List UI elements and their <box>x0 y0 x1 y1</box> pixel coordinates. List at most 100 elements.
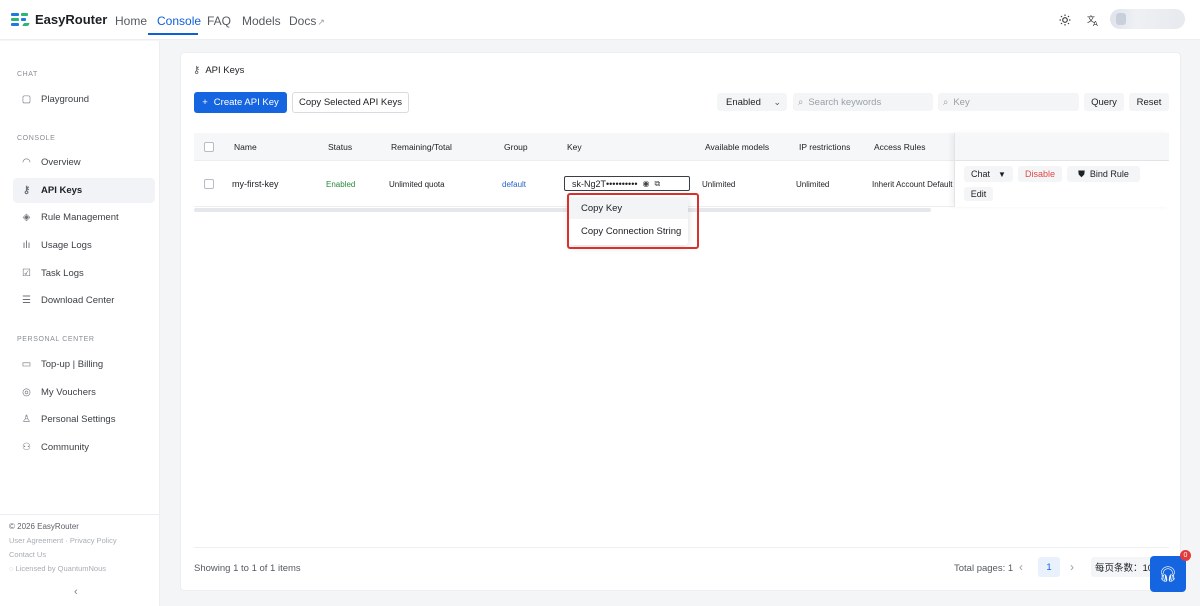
eye-icon[interactable]: ◉ <box>643 179 650 188</box>
sidebar-item-overview[interactable]: ◠ Overview <box>13 150 155 175</box>
sidebar-item-download-center[interactable]: ☰ Download Center <box>13 288 155 313</box>
copy-icon[interactable]: ⧉ <box>655 179 661 189</box>
sidebar-item-task-logs[interactable]: ☑ Task Logs <box>13 261 155 286</box>
col-available-models[interactable]: Available models <box>705 142 769 152</box>
col-key[interactable]: Key <box>567 142 582 152</box>
sidebar-item-rule-management[interactable]: ◈ Rule Management <box>13 205 155 230</box>
nav-faq[interactable]: FAQ <box>207 14 231 28</box>
actions-header <box>955 133 1169 161</box>
chat-dropdown-button[interactable]: Chat ▼ <box>964 166 1013 182</box>
select-all-checkbox[interactable] <box>204 142 214 152</box>
user-agreement-link[interactable]: User Agreement <box>9 536 63 545</box>
col-ip-restrictions[interactable]: IP restrictions <box>799 142 850 152</box>
search-keywords-field[interactable]: ⌕ <box>793 93 933 111</box>
license-text: ◌ Licensed by QuantumNous <box>9 564 151 573</box>
prev-page-icon[interactable]: ‹ <box>1019 560 1023 574</box>
contact-us-link[interactable]: Contact Us <box>9 550 151 559</box>
sidebar-item-playground[interactable]: ▢ Playground <box>13 87 155 112</box>
footer-divider <box>194 547 1169 548</box>
api-key-field[interactable]: sk-Ng2T•••••••••• ◉ ⧉ <box>564 176 690 191</box>
disable-button[interactable]: Disable <box>1018 166 1062 182</box>
showing-count: Showing 1 to 1 of 1 items <box>194 563 301 574</box>
query-button[interactable]: Query <box>1084 93 1124 111</box>
col-status[interactable]: Status <box>328 142 352 152</box>
license-label: Licensed by QuantumNous <box>15 564 107 573</box>
row-checkbox[interactable] <box>204 179 214 189</box>
list-icon: ☰ <box>22 295 31 306</box>
create-api-key-button[interactable]: + Create API Key <box>194 92 287 113</box>
nav-docs[interactable]: Docs↗ <box>289 14 325 28</box>
horizontal-scrollbar[interactable] <box>194 208 931 212</box>
sidebar-item-community[interactable]: ⚇ Community <box>13 435 155 460</box>
copy-selected-keys-button[interactable]: Copy Selected API Keys <box>292 92 409 113</box>
sidebar-item-label: Task Logs <box>41 268 84 279</box>
col-remaining[interactable]: Remaining/Total <box>391 142 452 152</box>
ip-restrictions: Unlimited <box>796 180 830 189</box>
bar-chart-icon: ılı <box>22 240 31 251</box>
sidebar-item-label: Top-up | Billing <box>41 359 104 370</box>
top-navbar: EasyRouter Home Console FAQ Models Docs↗… <box>0 0 1200 40</box>
card-icon: ▭ <box>21 359 32 370</box>
chat-label: Chat <box>971 169 991 179</box>
edit-button[interactable]: Edit <box>964 187 993 201</box>
col-access-rules[interactable]: Access Rules <box>874 142 926 152</box>
status-filter-value: Enabled <box>726 96 761 108</box>
search-keywords-input[interactable] <box>808 96 933 108</box>
page-title: ⚷ API Keys <box>193 65 244 76</box>
key-icon: ⚷ <box>22 185 31 196</box>
sidebar: CHAT ▢ Playground CONSOLE ◠ Overview ⚷ A… <box>0 41 160 606</box>
page-title-text: API Keys <box>205 65 245 76</box>
headset-icon: 🎧︎ <box>1158 566 1178 583</box>
notification-badge: 0 <box>1180 550 1191 561</box>
sidebar-item-label: My Vouchers <box>41 387 96 398</box>
nav-console[interactable]: Console <box>157 14 201 28</box>
sidebar-item-usage-logs[interactable]: ılı Usage Logs <box>13 233 155 258</box>
sidebar-item-my-vouchers[interactable]: ◎ My Vouchers <box>13 380 155 405</box>
sidebar-item-label: API Keys <box>41 185 83 196</box>
support-chat-button[interactable]: 🎧︎ <box>1150 556 1186 592</box>
logo-mark-icon <box>11 11 30 27</box>
next-page-icon[interactable]: › <box>1070 560 1074 574</box>
nav-active-indicator <box>148 33 198 35</box>
shield-icon: ⛊ <box>1078 168 1085 179</box>
nav-docs-label: Docs <box>289 14 317 28</box>
theme-toggle-sun-icon[interactable] <box>1055 10 1075 30</box>
collapse-sidebar-chevron-icon[interactable]: ‹ <box>74 586 78 598</box>
page-number-current[interactable]: 1 <box>1038 557 1060 577</box>
remaining-quota: Unlimited quota <box>389 180 445 189</box>
total-pages: Total pages: 1 <box>954 563 1014 574</box>
app-logo[interactable]: EasyRouter <box>11 11 107 27</box>
copyright-text: © 2026 EasyRouter <box>9 522 79 531</box>
shield-icon: ◈ <box>22 212 31 223</box>
bind-rule-button[interactable]: ⛊ Bind Rule <box>1067 166 1140 182</box>
col-name[interactable]: Name <box>234 142 257 152</box>
voucher-icon: ◎ <box>22 387 31 398</box>
reset-button[interactable]: Reset <box>1129 93 1169 111</box>
checklist-icon: ☑ <box>22 268 31 279</box>
key-search-field[interactable]: ⌕ <box>938 93 1079 111</box>
group-tag[interactable]: default <box>502 180 526 189</box>
nav-home[interactable]: Home <box>115 14 147 28</box>
nav-models[interactable]: Models <box>242 14 281 28</box>
sidebar-item-top-up-billing[interactable]: ▭ Top-up | Billing <box>13 352 155 377</box>
available-models: Unlimited <box>702 180 736 189</box>
users-icon: ⚇ <box>22 442 31 453</box>
api-keys-card: ⚷ API Keys + Create API Key Copy Selecte… <box>180 52 1181 591</box>
sidebar-item-label: Overview <box>41 157 81 168</box>
sidebar-item-personal-settings[interactable]: ♙ Personal Settings <box>13 407 155 432</box>
privacy-policy-link[interactable]: Privacy Policy <box>70 536 117 545</box>
caret-down-icon: ▼ <box>998 169 1006 179</box>
language-translate-icon[interactable]: 文A <box>1083 10 1103 30</box>
sidebar-item-label: Usage Logs <box>41 240 92 251</box>
key-search-input[interactable] <box>953 96 1079 108</box>
status-filter-select[interactable]: Enabled ⌄ <box>717 93 787 111</box>
playground-icon: ▢ <box>21 94 32 105</box>
app-name: EasyRouter <box>35 11 108 27</box>
key-icon: ⚷ <box>193 65 201 76</box>
sidebar-item-api-keys[interactable]: ⚷ API Keys <box>13 178 155 203</box>
user-avatar-menu[interactable] <box>1110 9 1185 29</box>
svg-text:A: A <box>1093 20 1098 26</box>
sidebar-section-chat: CHAT <box>17 71 38 78</box>
col-group[interactable]: Group <box>504 142 528 152</box>
sidebar-item-label: Rule Management <box>41 212 119 223</box>
